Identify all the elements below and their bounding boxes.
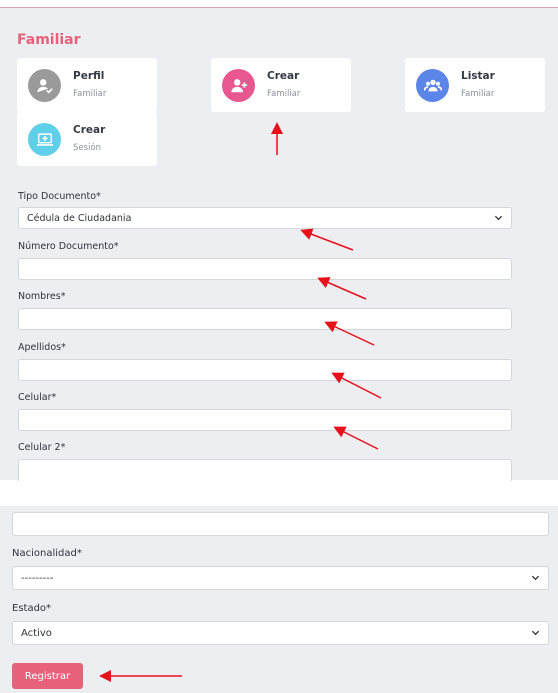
card-subtitle: Familiar (461, 89, 495, 99)
nombres-label: Nombres* (18, 291, 66, 302)
users-icon (416, 69, 449, 102)
card-listar-familiar[interactable]: Listar Familiar (405, 58, 545, 112)
user-plus-icon (222, 69, 255, 102)
nacionalidad-label: Nacionalidad* (12, 548, 82, 559)
laptop-plus-icon (28, 123, 61, 156)
card-title: Perfil (73, 70, 105, 82)
card-subtitle: Familiar (73, 89, 107, 99)
chevron-down-icon (531, 575, 540, 581)
card-title: Crear (267, 70, 300, 82)
estado-select[interactable]: Activo (12, 621, 549, 645)
celular-input[interactable] (18, 409, 512, 431)
register-button[interactable]: Registrar (12, 663, 83, 689)
card-crear-sesion[interactable]: Crear Sesión (17, 112, 157, 166)
nombres-input[interactable] (18, 308, 512, 330)
card-title: Crear (73, 124, 106, 136)
chevron-down-icon (531, 630, 540, 636)
tipo-documento-select[interactable]: Cédula de Ciudadania (18, 207, 512, 229)
celular2-label: Celular 2* (18, 442, 66, 453)
card-title: Listar (461, 70, 495, 82)
celular-label: Celular* (18, 392, 57, 403)
numero-documento-label: Número Documento* (18, 241, 119, 252)
apellidos-label: Apellidos* (18, 342, 66, 353)
card-crear-familiar[interactable]: Crear Familiar (211, 58, 351, 112)
estado-label: Estado* (12, 603, 52, 614)
card-subtitle: Familiar (267, 89, 301, 99)
estado-value: Activo (21, 627, 52, 639)
numero-documento-input[interactable] (18, 258, 512, 280)
nacionalidad-select[interactable]: --------- (12, 566, 549, 590)
form-panel-top: Familiar Perfil Familiar Crear Familiar … (0, 7, 558, 481)
user-check-icon (28, 69, 61, 102)
tipo-documento-value: Cédula de Ciudadania (27, 212, 132, 224)
card-subtitle: Sesión (73, 143, 102, 153)
chevron-down-icon (494, 215, 503, 221)
nacionalidad-value: --------- (21, 572, 54, 584)
celular2-input-continued[interactable] (12, 512, 549, 536)
section-title: Familiar (17, 32, 81, 48)
apellidos-input[interactable] (18, 359, 512, 381)
card-perfil-familiar[interactable]: Perfil Familiar (17, 58, 157, 112)
tipo-documento-label: Tipo Documento* (18, 191, 101, 202)
celular2-input[interactable] (18, 459, 512, 481)
